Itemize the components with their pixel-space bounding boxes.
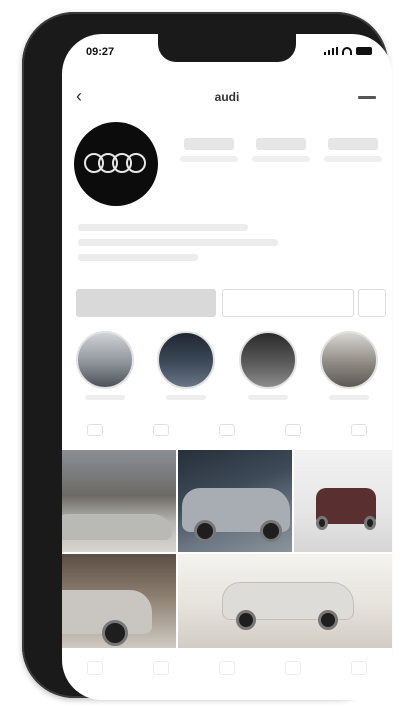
phone-screen: 09:27 ‹ audi (62, 34, 392, 700)
add-icon[interactable] (219, 661, 235, 675)
highlight-label (328, 395, 369, 400)
car-shape (316, 484, 376, 530)
post-thumbnail[interactable] (62, 554, 176, 648)
bio-line (78, 239, 278, 246)
home-icon[interactable] (87, 661, 103, 675)
highlight-label (247, 395, 288, 400)
search-icon[interactable] (153, 661, 169, 675)
car-shape (182, 480, 290, 542)
stat-followers[interactable] (248, 138, 314, 162)
highlight-label (166, 395, 207, 400)
stat-posts[interactable] (176, 138, 242, 162)
battery-icon (356, 47, 372, 55)
avatar[interactable] (74, 122, 158, 206)
highlight-item[interactable] (153, 331, 219, 400)
stat-following[interactable] (320, 138, 386, 162)
profile-username: audi (214, 90, 240, 104)
bio-line (78, 254, 198, 261)
suggested-button[interactable] (358, 289, 386, 317)
post-grid (62, 450, 392, 648)
profile-stats (176, 138, 386, 162)
video-icon[interactable] (219, 424, 235, 436)
bottom-nav (62, 648, 392, 688)
status-icons (324, 47, 372, 55)
highlight-thumbnail (319, 331, 378, 389)
post-thumbnail[interactable] (178, 554, 392, 648)
car-shape (62, 508, 172, 548)
profile-icon[interactable] (351, 661, 367, 675)
highlight-item[interactable] (316, 331, 382, 400)
car-shape (62, 584, 152, 648)
menu-icon[interactable] (358, 96, 376, 99)
phone-notch (158, 34, 296, 62)
profile-actions (76, 289, 386, 317)
message-button[interactable] (222, 289, 354, 317)
post-thumbnail[interactable] (62, 450, 176, 552)
shop-icon[interactable] (285, 661, 301, 675)
profile-bio (78, 224, 278, 269)
profile-tabs (62, 418, 392, 442)
story-highlights (72, 331, 382, 400)
post-thumbnail[interactable] (178, 450, 292, 552)
highlight-thumbnail (76, 331, 134, 389)
highlight-label (85, 395, 125, 400)
tagged-icon[interactable] (351, 424, 367, 436)
highlight-item[interactable] (72, 331, 138, 400)
phone-frame: 09:27 ‹ audi (22, 12, 392, 700)
signal-icon (324, 47, 338, 55)
profile-topbar: ‹ audi (62, 82, 392, 112)
reels-icon[interactable] (153, 424, 169, 436)
grid-icon[interactable] (87, 424, 103, 436)
status-time: 09:27 (86, 46, 115, 58)
highlight-thumbnail (157, 331, 216, 389)
four-rings-logo (84, 153, 148, 175)
follow-button[interactable] (76, 289, 216, 317)
bio-line (78, 224, 248, 231)
wifi-icon (342, 47, 352, 55)
highlight-item[interactable] (235, 331, 301, 400)
guide-icon[interactable] (285, 424, 301, 436)
car-shape (222, 574, 354, 630)
post-thumbnail[interactable] (294, 450, 392, 552)
highlight-thumbnail (238, 331, 297, 389)
